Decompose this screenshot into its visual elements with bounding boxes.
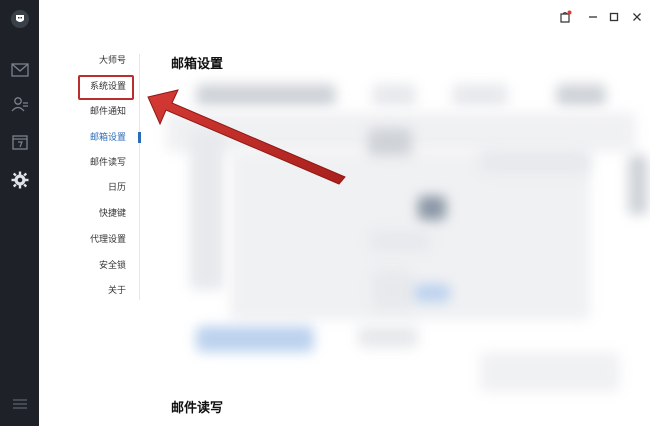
- nav-item-mail-notification[interactable]: 邮件通知: [90, 106, 126, 118]
- contacts-icon[interactable]: [10, 94, 30, 114]
- left-rail: [0, 0, 39, 426]
- skin-icon[interactable]: [557, 9, 573, 25]
- mail-icon[interactable]: [10, 60, 30, 80]
- minimize-icon[interactable]: [585, 9, 601, 25]
- maximize-icon[interactable]: [606, 9, 622, 25]
- nav-item-about[interactable]: 关于: [108, 285, 126, 297]
- calendar-icon[interactable]: [10, 132, 30, 152]
- section-title-mailbox-settings: 邮箱设置: [171, 57, 224, 72]
- nav-item-calendar[interactable]: 日历: [108, 182, 126, 194]
- highlight-box: [78, 75, 134, 100]
- nav-item-master-account[interactable]: 大师号: [99, 55, 126, 67]
- menu-icon[interactable]: [10, 394, 30, 414]
- app-logo-icon[interactable]: [10, 9, 30, 29]
- nav-item-mail-read-write[interactable]: 邮件读写: [90, 157, 126, 169]
- nav-item-security-lock[interactable]: 安全锁: [99, 260, 126, 272]
- nav-item-mailbox-settings[interactable]: 邮箱设置: [90, 132, 126, 144]
- settings-gear-icon[interactable]: [10, 170, 30, 190]
- section-title-mail-read-write: 邮件读写: [171, 401, 224, 416]
- close-icon[interactable]: [629, 9, 645, 25]
- nav-item-shortcuts[interactable]: 快捷键: [99, 208, 126, 220]
- nav-item-proxy-settings[interactable]: 代理设置: [90, 234, 126, 246]
